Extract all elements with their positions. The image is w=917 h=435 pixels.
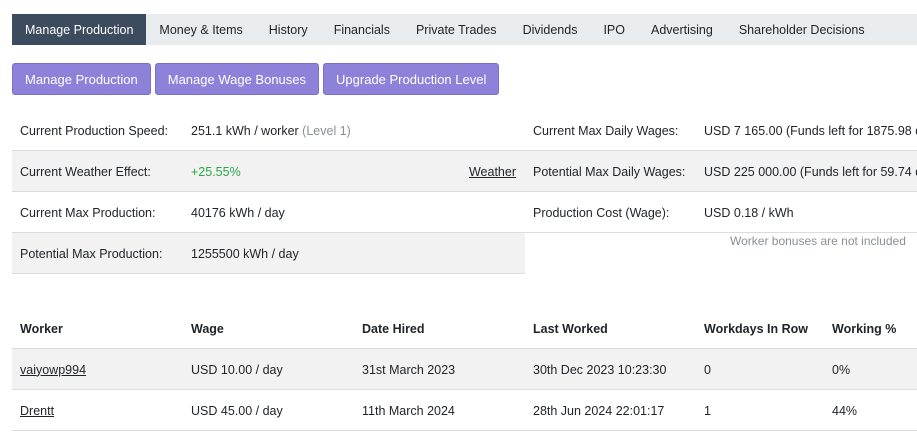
tab-private-trades[interactable]: Private Trades [403,14,510,45]
worker-wage: USD 45.00 / day [191,403,283,418]
max-production-label: Current Max Production: [20,205,156,220]
weather-effect-label: Current Weather Effect: [20,164,151,179]
tab-financials[interactable]: Financials [321,14,403,45]
weather-effect-value: +25.55% [191,164,241,179]
max-production-value: 40176 kWh / day [191,205,285,220]
divider [12,232,917,233]
header-wage: Wage [191,321,224,336]
action-buttons: Manage Production Manage Wage Bonuses Up… [12,63,500,95]
manage-wage-bonuses-button[interactable]: Manage Wage Bonuses [154,63,320,95]
weather-link[interactable]: Weather [469,165,516,179]
worker-last-worked: 30th Dec 2023 10:23:30 [533,362,667,377]
worker-date-hired: 11th March 2024 [362,403,455,418]
production-speed-label: Current Production Speed: [20,123,169,138]
production-speed-value: 251.1 kWh / worker (Level 1) [191,124,351,138]
max-daily-wages-row: Current Max Daily Wages: USD 7 165.00 (F… [525,110,917,151]
worker-working-percent: 0% [832,362,851,377]
worker-workdays: 1 [704,403,711,418]
tab-ipo[interactable]: IPO [590,14,638,45]
potential-max-daily-wages-row: Potential Max Daily Wages: USD 225 000.0… [525,151,917,192]
tab-dividends[interactable]: Dividends [510,14,591,45]
divider [12,273,525,274]
potential-max-daily-wages-value: USD 225 000.00 (Funds left for 59.74 day… [704,164,917,179]
divider [12,430,917,431]
tab-money-items[interactable]: Money & Items [146,14,255,45]
max-daily-wages-value: USD 7 165.00 (Funds left for 1875.98 day… [704,123,917,138]
potential-max-daily-wages-label: Potential Max Daily Wages: [533,164,686,179]
worker-link[interactable]: vaiyowp994 [20,363,86,377]
tab-manage-production[interactable]: Manage Production [12,14,147,45]
tab-history[interactable]: History [256,14,321,45]
header-date-hired: Date Hired [362,321,425,336]
production-cost-label: Production Cost (Wage): [533,205,670,220]
header-working-percent: Working % [832,321,897,336]
wage-bonus-note: Worker bonuses are not included [730,234,906,248]
header-last-worked: Last Worked [533,321,608,336]
weather-effect-row: Current Weather Effect: +25.55% Weather [12,151,525,192]
tab-shareholder-decisions[interactable]: Shareholder Decisions [726,14,878,45]
tab-advertising[interactable]: Advertising [638,14,726,45]
worker-link[interactable]: Drentt [20,404,54,418]
worker-date-hired: 31st March 2023 [362,362,456,377]
potential-max-production-label: Potential Max Production: [20,246,163,261]
max-daily-wages-label: Current Max Daily Wages: [533,123,679,138]
worker-wage: USD 10.00 / day [191,362,283,377]
worker-workdays: 0 [704,362,711,377]
potential-max-production-value: 1255500 kWh / day [191,246,299,261]
max-production-row: Current Max Production: 40176 kWh / day [12,192,525,233]
worker-last-worked: 28th Jun 2024 22:01:17 [533,403,665,418]
worker-working-percent: 44% [832,403,858,418]
company-tabs: Manage Production Money & Items History … [12,14,917,45]
divider [12,389,917,390]
manage-production-button[interactable]: Manage Production [12,63,151,95]
production-cost-value: USD 0.18 / kWh [704,205,794,220]
upgrade-production-level-button[interactable]: Upgrade Production Level [323,63,500,95]
table-row: Drentt USD 45.00 / day 11th March 2024 2… [12,390,917,431]
potential-max-production-row: Potential Max Production: 1255500 kWh / … [12,233,525,274]
divider [12,150,917,151]
table-header: Worker Wage Date Hired Last Worked Workd… [12,308,917,349]
table-row: vaiyowp994 USD 10.00 / day 31st March 20… [12,349,917,390]
production-level: (Level 1) [302,123,351,138]
divider [12,348,917,349]
production-speed-amount: 251.1 kWh / worker [191,123,299,138]
header-worker: Worker [20,321,63,336]
header-workdays-in-row: Workdays In Row [704,321,808,336]
divider [12,191,917,192]
production-speed-row: Current Production Speed: 251.1 kWh / wo… [12,110,525,151]
production-cost-row: Production Cost (Wage): USD 0.18 / kWh [525,192,917,233]
